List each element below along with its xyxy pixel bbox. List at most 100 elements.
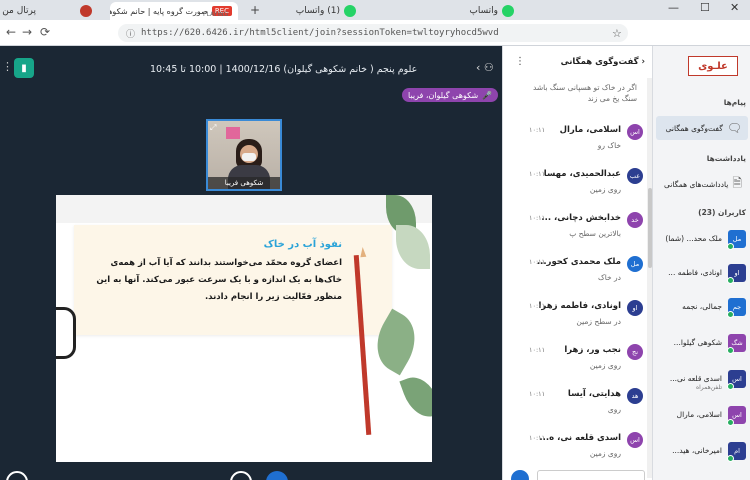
message-time: ۱۰:۱۱ — [529, 434, 546, 442]
fullscreen-icon[interactable]: ⤢ — [210, 123, 216, 133]
sidebar-item-label: گفت‌وگوی همگانی — [665, 123, 723, 133]
sender-name: ملک محمدی کحور... — [536, 257, 621, 267]
back-icon[interactable]: ← — [6, 25, 16, 39]
users-section-header: کاربران (23) — [698, 208, 746, 217]
chat-message: او اونادی، فاطمه زهرا ۱۰:۱۱ در سطح زمین — [503, 296, 647, 340]
online-status-icon — [727, 383, 734, 390]
avatar: اس — [627, 124, 643, 140]
user-name: اونادی، فاطمه ... — [668, 268, 722, 277]
message-text: در خاک — [598, 273, 621, 282]
browser-tab-bar: پرتال من REC صورت گروه پایه | حانم شکوهی… — [0, 0, 750, 20]
chat-title[interactable]: ‹ گفت‌وگوی همگانی — [561, 57, 645, 67]
message-text: بالاترین سطح پ — [569, 229, 621, 238]
sender-name: اونادی، فاطمه زهرا — [538, 301, 622, 311]
app-logo-icon[interactable]: ▮ — [14, 58, 34, 78]
user-list-icon[interactable]: ‹ ⚇ — [476, 61, 494, 74]
new-tab-button[interactable]: + — [250, 3, 260, 17]
presentation-slide: نفوذ آب در خاک اعضای گروه محمّد می‌خواست… — [56, 195, 432, 462]
more-options-icon[interactable]: ⋮ — [2, 60, 13, 73]
tab-whatsapp-1[interactable]: (1) واتساپ — [272, 2, 362, 20]
user-list-item[interactable]: مل ملک محد... (شما) — [653, 226, 748, 256]
messages-section-header: پیام‌ها — [723, 98, 746, 107]
tab-portal[interactable]: پرتال من — [0, 2, 42, 20]
forward-icon[interactable]: → — [22, 25, 32, 39]
url-field[interactable]: ⓘ https://620.6426.ir/html5client/join?s… — [118, 24, 628, 42]
playing-indicator: PLAYING — [203, 11, 229, 18]
presentation-stage: ⋮ ▮ علوم پنجم ( خانم شکوهی گیلوان) 1400/… — [0, 46, 502, 480]
sidebar-item-shared-notes[interactable]: 🗎 یادداشت‌های همگانی — [656, 172, 748, 196]
message-time: ۱۰:۱۱ — [529, 258, 546, 266]
sidebar-item-public-chat[interactable]: 🗨 گفت‌وگوی همگانی — [656, 116, 748, 140]
avatar: مل — [627, 256, 643, 272]
tab-label: صورت گروه پایه | حانم شکوهی گ — [110, 6, 208, 16]
online-status-icon — [727, 311, 734, 318]
maximize-icon[interactable]: ☐ — [700, 1, 710, 14]
notes-section-header: یادداشت‌ها — [706, 154, 746, 163]
online-status-icon — [727, 277, 734, 284]
message-time: ۱۰:۱۱ — [529, 126, 546, 134]
user-sidebar: علـوی پیام‌ها 🗨 گفت‌وگوی همگانی یادداشت‌… — [652, 46, 750, 480]
microphone-button[interactable] — [230, 471, 252, 480]
message-time: ۱۰:۱۱ — [529, 346, 546, 354]
close-window-icon[interactable]: ✕ — [730, 1, 739, 14]
chat-message: هد هدایتی، آیسا ۱۰:۱۱ روی — [503, 384, 647, 428]
online-status-icon — [727, 455, 734, 462]
chat-messages[interactable]: اگر در خاک تو هسپانی سنگ باشد سنگ یخ می … — [503, 78, 647, 480]
user-list-item[interactable]: اس اسلامی، مارال — [653, 402, 748, 432]
user-list-item[interactable]: شگ شکوهی گیلوا... — [653, 330, 748, 360]
tab-shabake[interactable] — [48, 2, 98, 20]
webcam-name-label: شکوهی فریبا — [208, 177, 280, 189]
avatar: هد — [627, 388, 643, 404]
message-text: روی زمین — [589, 361, 621, 370]
tab-label: واتساپ — [469, 6, 498, 16]
avatar: عب — [627, 168, 643, 184]
minimize-icon[interactable]: — — [668, 1, 679, 14]
online-status-icon — [727, 419, 734, 426]
chat-message: خد خدابخش دچانی، ... ۱۰:۱۱ بالاترین سطح … — [503, 208, 647, 252]
user-name: امیرخانی، هید... — [672, 446, 722, 455]
user-list-item[interactable]: جم جمالی، نجمه — [653, 294, 748, 324]
user-name: جمالی، نجمه — [682, 302, 722, 311]
note-icon: 🗎 — [732, 175, 742, 190]
site-info-icon[interactable]: ⓘ — [126, 27, 135, 40]
message-text: روی — [607, 405, 621, 414]
tab-label: پرتال من — [2, 6, 36, 16]
brand-logo: علـوی — [688, 56, 738, 76]
slide-title: نفوذ آب در خاک — [263, 239, 342, 250]
chat-message: اس اسدی قلعه نی، ه... ۱۰:۱۱ روی زمین — [503, 428, 647, 472]
camera-button[interactable] — [266, 471, 288, 480]
address-bar-row: ← → ⟳ ⓘ https://620.6426.ir/html5client/… — [0, 20, 750, 46]
user-name: ملک محد... (شما) — [665, 234, 722, 243]
stage-header: ⋮ ▮ علوم پنجم ( خانم شکوهی گیلوان) 1400/… — [0, 46, 502, 86]
bookmark-star-icon[interactable]: ☆ — [612, 27, 622, 40]
slide-body: اعضای گروه محمّد می‌خواستند بدانند که آی… — [96, 258, 342, 302]
sender-name: اسلامی، مارال — [559, 125, 621, 135]
message-text: روی زمین — [589, 449, 621, 458]
webcam-video[interactable]: ⤢ شکوهی فریبا — [206, 119, 282, 191]
sender-name: نجب ور، زهرا — [564, 345, 621, 355]
user-name: شکوهی گیلوا... — [673, 338, 722, 347]
sidebar-item-label: یادداشت‌های همگانی — [664, 179, 729, 189]
avatar: او — [627, 300, 643, 316]
sender-name: عبدالحمیدی، مهسا — [543, 169, 621, 179]
message-time: ۱۰:۱۱ — [529, 214, 546, 222]
user-name: اسدی قلعه نی... — [669, 374, 722, 383]
sender-name: خدابخش دچانی، ... — [541, 213, 621, 223]
chat-bubble-icon: 🗨 — [726, 121, 742, 135]
url-text: https://620.6426.ir/html5client/join?ses… — [141, 28, 499, 38]
user-list-item[interactable]: او اونادی، فاطمه ... — [653, 260, 748, 290]
chevron-left-icon: ‹ — [638, 57, 645, 67]
tab-whatsapp-2[interactable]: واتساپ — [440, 2, 520, 20]
presenter-indicator: 🎤 شکوهی گیلوان، فریبا — [402, 88, 499, 102]
user-list-item[interactable]: اس اسدی قلعه نی... تلفن‌همراه — [653, 366, 748, 396]
chat-options-icon[interactable]: ⋮ — [515, 56, 525, 67]
whatsapp-favicon-icon — [344, 5, 356, 17]
chat-input[interactable] — [537, 470, 645, 480]
reload-icon[interactable]: ⟳ — [40, 25, 50, 39]
share-button[interactable] — [6, 471, 28, 480]
chat-message: اس اسلامی، مارال ۱۰:۱۱ خاک رو — [503, 120, 647, 164]
site-favicon-icon — [80, 5, 92, 17]
message-time: ۱۰:۱۱ — [529, 170, 546, 178]
message-text: روی زمین — [589, 185, 621, 194]
user-list-item[interactable]: ام امیرخانی، هید... — [653, 438, 748, 468]
